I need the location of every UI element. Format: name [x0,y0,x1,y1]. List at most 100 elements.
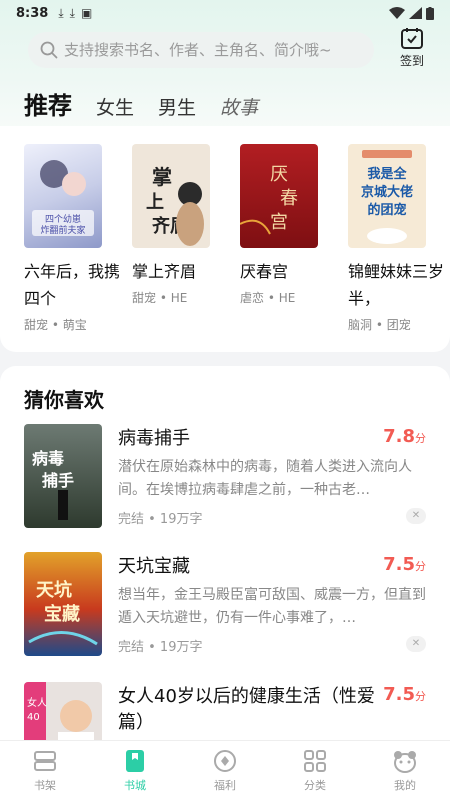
book-item[interactable]: 病毒 捕手 病毒捕手 7.8分 潜伏在原始森林中的病毒，随着人类进入流向人间。在埃… [24,424,428,534]
nav-bookshelf[interactable]: 书架 [0,741,90,800]
section-title: 猜你喜欢 [24,388,104,412]
cover-art: 天坑宝藏 [28,579,98,646]
book-cover: 病毒捕手 [24,424,102,528]
nav-label: 书架 [34,779,56,792]
book-score: 7.8分 [383,426,426,447]
tab-story[interactable]: 故事 [220,93,258,120]
score-unit: 分 [415,690,426,703]
calendar-check-icon [401,28,423,49]
nav-category[interactable]: 分类 [270,741,360,800]
download-icon: ⤓ [58,5,64,20]
book-score: 7.5分 [383,684,426,705]
svg-text:四个幼崽: 四个幼崽 [45,213,81,225]
nav-bookstore[interactable]: 书城 [90,741,180,800]
svg-text:掌: 掌 [152,165,172,189]
cover-art: 病毒捕手 [32,449,74,520]
svg-text:厌: 厌 [270,164,288,185]
battery-icon [426,6,434,20]
book-meta: 完结 • 19万字 [118,512,203,527]
nav-profile[interactable]: 我的 [360,741,450,800]
status-right [389,6,434,20]
bottom-navigation: 书架 书城 福利 分类 我的 [0,740,450,800]
svg-text:宝藏: 宝藏 [44,603,80,625]
nav-label: 福利 [214,779,236,792]
svg-text:40: 40 [27,712,40,723]
nav-label: 分类 [304,779,326,792]
book-cover: 我是全京城大佬的团宠 [348,144,426,248]
svg-text:宫: 宫 [270,212,288,233]
cover-art: 厌春宫 [240,164,298,235]
svg-text:的团宠: 的团宠 [367,202,406,218]
bookstore-icon [126,750,144,772]
book-cover: 厌春宫 [240,144,318,248]
category-icon [304,750,326,772]
checkin-label: 签到 [399,54,424,68]
book-cover: 天坑 宝藏 [24,552,102,656]
signal-icon [409,7,422,19]
cover-art: 我是全京城大佬的团宠 [361,150,413,244]
book-title: 天坑宝藏 [118,556,190,577]
nav-label: 书城 [124,779,146,792]
recommend-book[interactable]: 我是全京城大佬的团宠 锦鲤妹妹三岁半， 脑洞 • 团宠 [348,144,444,333]
book-item[interactable]: 女人 40 女人40岁以后的健康生活（性爱篇） 7.5分 [24,682,428,786]
recommend-card: 四个幼崽 炸翻前夫家 六年后，我携四个 甜宠 • 萌宝 掌上齐眉 掌上齐眉 甜宠 … [0,126,450,352]
tab-female[interactable]: 女生 [96,93,134,120]
book-tags: 脑洞 • 团宠 [348,318,411,332]
score-value: 7.8 [383,426,415,447]
book-tags: 虐恋 • HE [240,291,296,305]
guess-you-like-card: 猜你喜欢 病毒 捕手 病毒捕手 7.8分 潜伏在原始森林中的病毒，随着人类进入流向… [0,366,450,786]
download-icon: ⤓ [69,5,75,20]
book-item[interactable]: 天坑 宝藏 天坑宝藏 7.5分 想当年，金王马殿臣富可敌国、威震一方，但直到遁入天… [24,552,428,662]
checkin-button[interactable]: 签到 [392,26,432,69]
book-title: 厌春宫 [240,262,289,281]
book-cover: 掌上齐眉 [132,144,210,248]
cover-art: 掌上齐眉 [146,165,204,246]
tab-male[interactable]: 男生 [158,93,196,120]
app-notification-icon: ▣ [80,6,93,20]
book-title: 锦鲤妹妹三岁半， [348,262,445,308]
nav-label: 我的 [394,779,416,792]
tab-recommend[interactable]: 推荐 [24,86,72,131]
book-title: 掌上齐眉 [132,262,197,281]
recommend-book[interactable]: 四个幼崽 炸翻前夫家 六年后，我携四个 甜宠 • 萌宝 [24,144,120,333]
book-cover: 四个幼崽 炸翻前夫家 [24,144,102,248]
status-time: 8:38 [16,5,49,21]
welfare-icon [214,750,236,772]
book-tags: 甜宠 • HE [132,291,188,305]
search-input[interactable] [64,41,354,59]
recommend-book[interactable]: 掌上齐眉 掌上齐眉 甜宠 • HE [132,144,228,306]
book-tags: 甜宠 • 萌宝 [24,318,87,332]
profile-icon [394,751,416,773]
book-score: 7.5分 [383,554,426,575]
book-description: 想当年，金王马殿臣富可敌国、威震一方，但直到遁入天坑避世，仍有一件心事难了，… [118,587,426,626]
score-unit: 分 [415,560,426,573]
cover-art: 四个幼崽炸翻前夫家 [32,160,94,236]
svg-text:女人: 女人 [27,696,47,709]
shelf-icon [34,751,56,771]
search-icon [40,41,58,59]
svg-text:病毒: 病毒 [32,449,64,468]
book-meta: 完结 • 19万字 [118,640,203,655]
score-value: 7.5 [383,554,415,575]
book-title: 六年后，我携四个 [24,262,121,308]
nav-welfare[interactable]: 福利 [180,741,270,800]
book-description: 潜伏在原始森林中的病毒，随着人类进入流向人间。在埃博拉病毒肆虐之前，一种古老… [118,459,412,498]
category-tabs: 推荐 女生 男生 故事 [24,86,282,131]
svg-text:京城大佬: 京城大佬 [361,184,413,200]
search-bar[interactable] [28,32,374,68]
svg-text:捕手: 捕手 [42,471,74,490]
svg-text:我是全: 我是全 [367,166,407,182]
book-title: 女人40岁以后的健康生活（性爱篇） [118,686,375,733]
recommend-book[interactable]: 厌春宫 厌春宫 虐恋 • HE [240,144,336,306]
svg-text:天坑: 天坑 [36,579,72,601]
svg-text:上: 上 [146,192,164,213]
score-unit: 分 [415,432,426,445]
score-value: 7.5 [383,684,415,705]
status-bar: 8:38 ⤓ ⤓ ▣ [0,0,450,26]
svg-text:炸翻前夫家: 炸翻前夫家 [40,224,85,236]
dismiss-icon[interactable]: ✕ [406,636,426,652]
dismiss-icon[interactable]: ✕ [406,508,426,524]
svg-text:春: 春 [280,188,298,209]
wifi-icon [389,7,405,19]
book-title: 病毒捕手 [118,428,190,449]
